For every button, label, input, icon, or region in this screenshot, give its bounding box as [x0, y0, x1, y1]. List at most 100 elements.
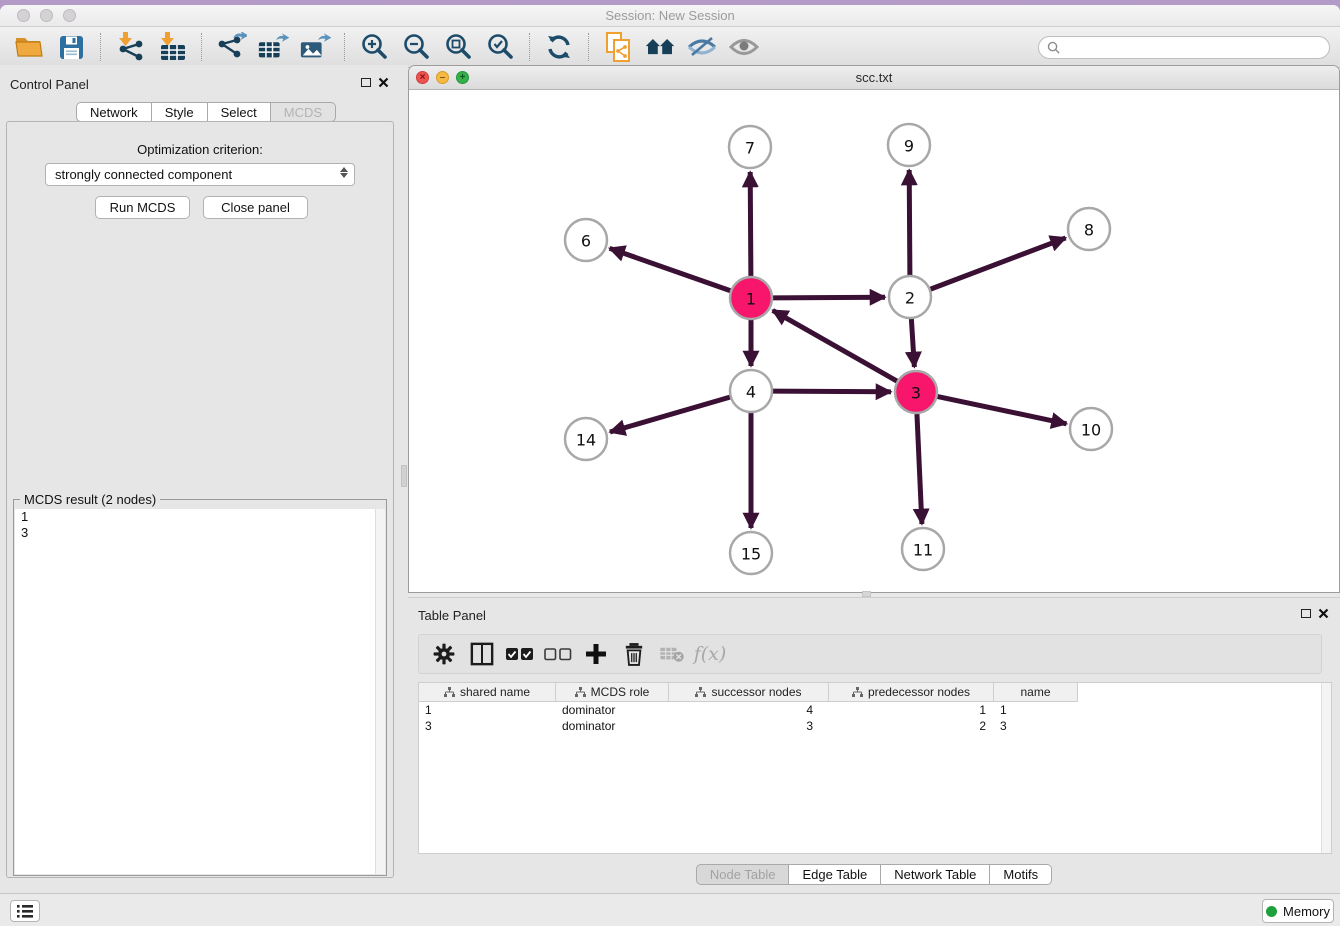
- graph-node-6[interactable]: 6: [565, 219, 607, 261]
- import-table-icon[interactable]: [156, 31, 188, 63]
- result-item[interactable]: 3: [15, 525, 385, 541]
- memory-button[interactable]: Memory: [1262, 899, 1334, 923]
- criterion-select[interactable]: strongly connected component: [45, 163, 355, 186]
- hide-graphics-details-icon[interactable]: [686, 31, 718, 63]
- tab-select[interactable]: Select: [208, 102, 271, 122]
- edge-2-9[interactable]: [909, 170, 910, 276]
- splitter-grip[interactable]: [401, 465, 407, 487]
- show-columns-icon[interactable]: [465, 639, 499, 669]
- network-canvas-svg: 1 2 3 4 6 7 8 9 10 11 14 15: [409, 90, 1339, 593]
- network-title: scc.txt: [409, 70, 1339, 85]
- home-view-icon[interactable]: [644, 31, 676, 63]
- delete-table-icon[interactable]: [655, 639, 689, 669]
- float-table-panel-icon[interactable]: [1301, 609, 1311, 618]
- column-header-mcds-role[interactable]: MCDS role: [556, 683, 669, 702]
- run-mcds-button[interactable]: Run MCDS: [95, 196, 190, 219]
- svg-text:10: 10: [1081, 421, 1101, 440]
- table-scrollbar[interactable]: [1321, 683, 1331, 853]
- node-table[interactable]: shared name MCDS role successor nodes pr…: [418, 682, 1332, 854]
- tab-network-table[interactable]: Network Table: [881, 864, 990, 885]
- graph-node-8[interactable]: 8: [1068, 208, 1110, 250]
- float-panel-icon[interactable]: [361, 78, 371, 87]
- tab-edge-table[interactable]: Edge Table: [789, 864, 881, 885]
- table-panel-title: Table Panel: [418, 608, 486, 623]
- edge-1-2[interactable]: [772, 297, 885, 298]
- import-network-icon[interactable]: [114, 31, 146, 63]
- graph-node-15[interactable]: 15: [730, 532, 772, 574]
- edge-4-3[interactable]: [772, 391, 891, 392]
- search-icon: [1047, 41, 1060, 54]
- tab-motifs[interactable]: Motifs: [990, 864, 1052, 885]
- mcds-result-group: MCDS result (2 nodes) 1 3: [13, 499, 387, 876]
- network-view-window: × – + scc.txt 1234678910111415: [408, 65, 1340, 593]
- tab-style[interactable]: Style: [152, 102, 208, 122]
- zoom-fit-icon[interactable]: [442, 31, 474, 63]
- svg-text:2: 2: [905, 289, 915, 308]
- graph-node-3[interactable]: 3: [895, 371, 937, 413]
- delete-column-icon[interactable]: [617, 639, 651, 669]
- zoom-selected-icon[interactable]: [484, 31, 516, 63]
- table-row[interactable]: 1 dominator 4 1 1: [419, 702, 1331, 718]
- graph-node-2[interactable]: 2: [889, 276, 931, 318]
- search-input[interactable]: [1065, 41, 1321, 55]
- vertical-splitter[interactable]: [400, 65, 408, 893]
- graph-node-4[interactable]: 4: [730, 370, 772, 412]
- application-window: Session: New Session: [0, 5, 1340, 926]
- select-arrows-icon: [340, 167, 348, 178]
- save-session-icon[interactable]: [55, 31, 87, 63]
- zoom-out-icon[interactable]: [400, 31, 432, 63]
- edge-2-8[interactable]: [930, 238, 1066, 290]
- export-network-icon[interactable]: [215, 31, 247, 63]
- search-field[interactable]: [1038, 36, 1330, 59]
- show-graphics-details-icon[interactable]: [728, 31, 760, 63]
- network-canvas[interactable]: 1 2 3 4 6 7 8 9 10 11 14 15: [409, 90, 1339, 593]
- edge-4-14[interactable]: [610, 397, 731, 432]
- svg-text:8: 8: [1084, 221, 1094, 240]
- mcds-result-list[interactable]: 1 3: [15, 509, 385, 874]
- close-panel-icon[interactable]: [378, 77, 389, 88]
- toolbar-separator: [201, 33, 202, 61]
- tab-mcds[interactable]: MCDS: [271, 102, 336, 122]
- graph-node-10[interactable]: 10: [1070, 408, 1112, 450]
- deselect-all-checkboxes-icon[interactable]: [541, 639, 575, 669]
- graph-node-9[interactable]: 9: [888, 124, 930, 166]
- column-header-successor-nodes[interactable]: successor nodes: [669, 683, 829, 702]
- edge-2-3[interactable]: [911, 318, 914, 367]
- tab-node-table[interactable]: Node Table: [696, 864, 790, 885]
- column-header-name[interactable]: name: [994, 683, 1078, 702]
- memory-label: Memory: [1283, 904, 1330, 919]
- graph-node-7[interactable]: 7: [729, 126, 771, 168]
- edge-1-7[interactable]: [750, 172, 751, 277]
- graph-node-1[interactable]: 1: [730, 277, 772, 319]
- task-history-button[interactable]: [10, 900, 40, 922]
- export-image-icon[interactable]: [299, 31, 331, 63]
- table-row[interactable]: 3 dominator 3 2 3: [419, 718, 1331, 734]
- select-all-checkboxes-icon[interactable]: [503, 639, 537, 669]
- graph-node-11[interactable]: 11: [902, 528, 944, 570]
- criterion-selected-value: strongly connected component: [55, 167, 232, 182]
- column-header-predecessor-nodes[interactable]: predecessor nodes: [829, 683, 994, 702]
- open-session-icon[interactable]: [13, 31, 45, 63]
- edge-3-11[interactable]: [917, 413, 922, 524]
- svg-text:9: 9: [904, 137, 914, 156]
- tab-network[interactable]: Network: [76, 102, 152, 122]
- edge-3-1[interactable]: [773, 310, 898, 381]
- close-panel-button[interactable]: Close panel: [203, 196, 308, 219]
- result-scrollbar[interactable]: [375, 509, 385, 874]
- close-table-panel-icon[interactable]: [1318, 608, 1329, 619]
- export-table-icon[interactable]: [257, 31, 289, 63]
- edge-3-10[interactable]: [937, 396, 1067, 424]
- toolbar-separator: [344, 33, 345, 61]
- settings-gear-icon[interactable]: [427, 639, 461, 669]
- zoom-in-icon[interactable]: [358, 31, 390, 63]
- toolbar-separator: [529, 33, 530, 61]
- result-item[interactable]: 1: [15, 509, 385, 525]
- graph-node-14[interactable]: 14: [565, 418, 607, 460]
- add-column-icon[interactable]: [579, 639, 613, 669]
- duplicate-network-icon[interactable]: [602, 31, 634, 63]
- memory-status-icon: [1266, 906, 1277, 917]
- refresh-layout-icon[interactable]: [543, 31, 575, 63]
- edge-1-6[interactable]: [610, 248, 732, 291]
- column-header-shared-name[interactable]: shared name: [419, 683, 556, 702]
- function-builder-icon[interactable]: f(x): [693, 639, 727, 669]
